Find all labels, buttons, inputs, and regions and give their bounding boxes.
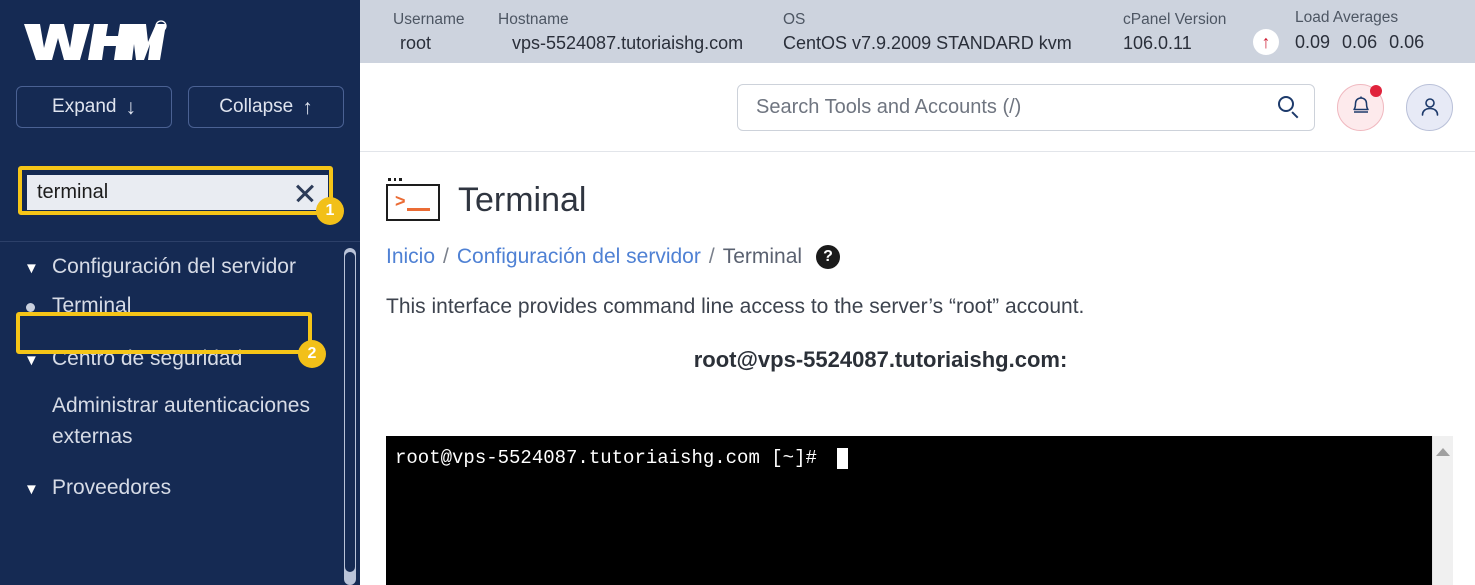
arrow-up-icon: ↑ — [1253, 29, 1279, 55]
breadcrumb-separator: / — [708, 245, 715, 268]
sidebar: R Expand ↓ Collapse ↑ terminal 1 ▼ Confi… — [0, 0, 360, 585]
sidebar-nav: ▼ Configuración del servidor Terminal ▼ … — [0, 244, 348, 585]
search-placeholder: Search Tools and Accounts (/) — [756, 95, 1022, 118]
terminal-session-heading: root@vps-5524087.tutoriaishg.com: — [693, 347, 1068, 372]
page-title-row: > Terminal — [386, 178, 1475, 221]
page-description: This interface provides command line acc… — [386, 295, 1085, 318]
breadcrumb-link-configuracion-del-servidor[interactable]: Configuración del servidor — [457, 245, 701, 269]
terminal-panel: root@vps-5524087.tutoriaishg.com [~]# — [386, 436, 1453, 585]
sidebar-search-highlight: terminal — [18, 166, 333, 215]
sidebar-button-row: Expand ↓ Collapse ↑ — [0, 86, 360, 128]
expand-button[interactable]: Expand ↓ — [16, 86, 172, 128]
username-value: root — [400, 32, 432, 53]
sidebar-item-terminal[interactable]: Terminal — [0, 287, 348, 324]
terminal-scrollbar[interactable] — [1432, 436, 1453, 585]
sidebar-scrollbar[interactable] — [344, 248, 356, 585]
notifications-button[interactable] — [1337, 83, 1384, 131]
sidebar-item-label: Administrar autenticaciones externas — [52, 394, 310, 448]
page-body: > Terminal Inicio / Configuración del se… — [360, 152, 1475, 373]
sidebar-item-proveedores[interactable]: ▼ Proveedores — [0, 469, 348, 508]
sidebar-scrollbar-thumb[interactable] — [345, 252, 355, 572]
expand-label: Expand — [52, 96, 117, 117]
chevron-down-icon: ▼ — [24, 352, 39, 369]
sidebar-item-label: Configuración del servidor — [52, 255, 296, 278]
breadcrumb-separator: / — [443, 245, 449, 268]
whm-logo-mark: R — [24, 20, 167, 60]
sidebar-item-label: Proveedores — [52, 476, 172, 499]
notification-indicator-dot — [1370, 84, 1382, 97]
whm-logo[interactable]: R — [0, 0, 360, 78]
sidebar-divider — [0, 241, 360, 242]
username-label: Username — [393, 10, 465, 28]
hostname-label: Hostname — [498, 10, 569, 28]
terminal-icon: > — [386, 178, 440, 221]
arrow-up-icon: ↑ — [302, 95, 313, 119]
sidebar-search-input[interactable]: terminal — [27, 175, 328, 210]
bullet-dot-icon — [24, 290, 52, 312]
user-account-button[interactable] — [1406, 83, 1453, 131]
search-input[interactable]: Search Tools and Accounts (/) — [737, 83, 1315, 131]
server-username: Username root — [393, 9, 498, 55]
load-averages-label: Load Averages — [1295, 9, 1399, 26]
chevron-down-icon: ▼ — [24, 260, 39, 277]
collapse-button[interactable]: Collapse ↑ — [188, 86, 344, 128]
chevron-down-icon: ▼ — [24, 481, 39, 498]
triangle-up-icon[interactable] — [1436, 448, 1450, 456]
sidebar-search-value: terminal — [37, 181, 109, 203]
terminal-output[interactable]: root@vps-5524087.tutoriaishg.com [~]# — [386, 436, 1432, 585]
terminal-prompt-line: root@vps-5524087.tutoriaishg.com [~]# — [395, 447, 1432, 470]
server-load-averages: Load Averages ↑ 0.09 0.06 0.06 — [1253, 7, 1424, 56]
main-content: Username root Hostname vps-5524087.tutor… — [360, 0, 1475, 585]
sidebar-item-configuracion-del-servidor[interactable]: ▼ Configuración del servidor — [0, 248, 348, 287]
page-title: Terminal — [458, 180, 587, 219]
server-cpanel-version: cPanel Version 106.0.11 — [1093, 9, 1253, 55]
cpanel-version-label: cPanel Version — [1123, 10, 1227, 28]
sidebar-item-centro-de-seguridad[interactable]: ▼ Centro de seguridad — [0, 340, 348, 379]
os-label: OS — [783, 10, 806, 28]
svg-text:R: R — [158, 25, 163, 32]
load-value-1: 0.09 — [1295, 32, 1331, 52]
server-info-bar: Username root Hostname vps-5524087.tutor… — [360, 0, 1475, 63]
step-badge-2: 2 — [298, 340, 326, 368]
server-hostname: Hostname vps-5524087.tutoriaishg.com — [498, 9, 783, 55]
breadcrumb-link-inicio[interactable]: Inicio — [386, 245, 435, 269]
top-search-row: Search Tools and Accounts (/) — [360, 63, 1475, 152]
terminal-prompt-text: root@vps-5524087.tutoriaishg.com [~]# — [395, 447, 829, 469]
hostname-value: vps-5524087.tutoriaishg.com — [512, 32, 744, 53]
os-value: CentOS v7.9.2009 STANDARD kvm — [783, 32, 1072, 53]
collapse-label: Collapse — [219, 96, 294, 117]
step-badge-1: 1 — [316, 197, 344, 225]
bell-icon — [1352, 96, 1369, 113]
server-os: OS CentOS v7.9.2009 STANDARD kvm — [783, 9, 1093, 55]
close-icon[interactable] — [292, 180, 318, 206]
sidebar-item-administrar-autenticaciones-externas[interactable]: Administrar autenticaciones externas — [0, 387, 348, 455]
help-icon[interactable]: ? — [816, 245, 841, 269]
load-value-2: 0.06 — [1342, 32, 1378, 52]
user-avatar-icon — [1421, 98, 1438, 116]
sidebar-item-label: Terminal — [52, 294, 132, 317]
terminal-cursor — [837, 448, 849, 469]
cpanel-version-value: 106.0.11 — [1123, 32, 1192, 53]
breadcrumb-current: Terminal — [722, 245, 803, 268]
search-icon[interactable] — [1276, 95, 1300, 119]
whm-app-window: R Expand ↓ Collapse ↑ terminal 1 ▼ Confi… — [0, 0, 1475, 585]
arrow-down-icon: ↓ — [125, 95, 136, 119]
sidebar-item-label: Centro de seguridad — [52, 347, 243, 370]
breadcrumb: Inicio / Configuración del servidor / Te… — [386, 245, 1475, 269]
load-value-3: 0.06 — [1389, 32, 1425, 52]
